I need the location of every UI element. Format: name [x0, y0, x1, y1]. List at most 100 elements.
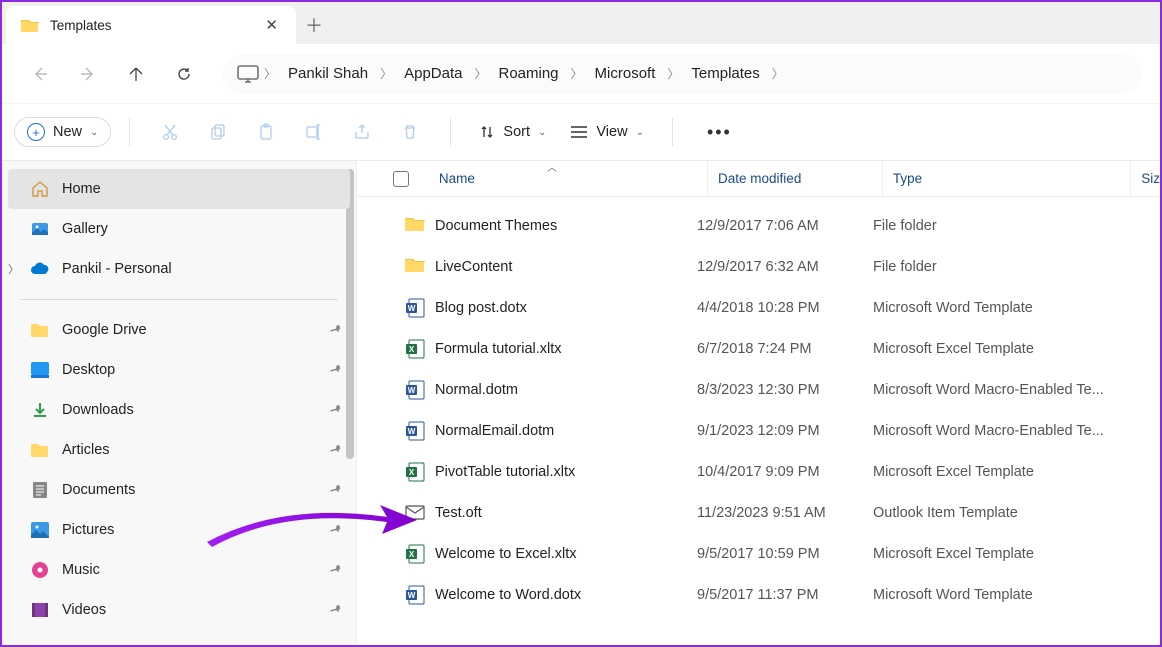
view-icon	[570, 125, 588, 139]
sidebar-label: Pictures	[62, 522, 114, 538]
file-date: 9/5/2017 11:37 PM	[687, 587, 863, 603]
folder-icon	[30, 440, 50, 460]
sidebar-item-gallery[interactable]: Gallery	[2, 209, 356, 249]
column-size[interactable]: Siz	[1130, 161, 1160, 196]
file-name: Test.oft	[435, 505, 482, 521]
sidebar-item-downloads[interactable]: Downloads	[2, 390, 356, 430]
breadcrumb[interactable]: 〉 Pankil Shah 〉 AppData 〉 Roaming 〉 Micr…	[222, 54, 1142, 94]
new-button[interactable]: + New ⌄	[14, 117, 111, 147]
chevron-down-icon: ⌄	[538, 127, 546, 138]
bc-segment[interactable]: AppData	[392, 65, 474, 82]
sort-button[interactable]: Sort ⌄	[469, 124, 556, 140]
nav-row: 〉 Pankil Shah 〉 AppData 〉 Roaming 〉 Micr…	[2, 44, 1160, 104]
file-row[interactable]: Test.oft 11/23/2023 9:51 AM Outlook Item…	[357, 492, 1160, 533]
paste-icon[interactable]	[244, 112, 288, 152]
file-row[interactable]: XPivotTable tutorial.xltx 10/4/2017 9:09…	[357, 451, 1160, 492]
toolbar: + New ⌄ Sort ⌄ View ⌄ •••	[2, 104, 1160, 161]
divider	[20, 299, 338, 300]
file-row[interactable]: WNormal.dotm 8/3/2023 12:30 PM Microsoft…	[357, 369, 1160, 410]
refresh-button[interactable]	[164, 54, 204, 94]
sidebar-item-articles[interactable]: Articles	[2, 430, 356, 470]
sidebar: Home Gallery 〉 Pankil - Personal Google …	[2, 161, 357, 645]
home-icon	[30, 179, 50, 199]
rename-icon[interactable]	[292, 112, 336, 152]
bc-segment[interactable]: Templates	[679, 65, 771, 82]
chevron-right-icon[interactable]: 〉	[8, 261, 19, 277]
svg-text:W: W	[408, 304, 416, 313]
close-icon[interactable]: ✕	[261, 12, 282, 38]
file-date: 12/9/2017 6:32 AM	[687, 259, 863, 275]
new-tab-button[interactable]: ＋	[296, 6, 332, 44]
sidebar-item-documents[interactable]: Documents	[2, 470, 356, 510]
pin-icon	[327, 321, 345, 340]
sidebar-item-onedrive[interactable]: 〉 Pankil - Personal	[2, 249, 356, 289]
cut-icon[interactable]	[148, 112, 192, 152]
view-button[interactable]: View ⌄	[560, 124, 654, 140]
sidebar-label: Music	[62, 562, 100, 578]
sidebar-item-google-drive[interactable]: Google Drive	[2, 310, 356, 350]
pin-icon	[327, 521, 345, 540]
word-icon: W	[405, 421, 425, 441]
bc-segment[interactable]: Microsoft	[583, 65, 668, 82]
pin-icon	[327, 481, 345, 500]
chevron-right-icon: 〉	[667, 65, 679, 82]
file-row[interactable]: Document Themes 12/9/2017 7:06 AM File f…	[357, 205, 1160, 246]
column-date[interactable]: Date modified	[707, 161, 882, 196]
file-type: File folder	[863, 218, 1113, 234]
file-type: Microsoft Excel Template	[863, 464, 1113, 480]
file-name: LiveContent	[435, 259, 512, 275]
folder-icon	[30, 600, 50, 620]
file-rows: Document Themes 12/9/2017 7:06 AM File f…	[357, 197, 1160, 615]
sidebar-item-home[interactable]: Home	[8, 169, 350, 209]
gallery-icon	[30, 219, 50, 239]
chevron-down-icon: ⌄	[90, 127, 98, 138]
sidebar-label: Google Drive	[62, 322, 147, 338]
bc-segment[interactable]: Roaming	[486, 65, 570, 82]
more-button[interactable]: •••	[691, 122, 748, 143]
file-row[interactable]: LiveContent 12/9/2017 6:32 AM File folde…	[357, 246, 1160, 287]
sidebar-item-music[interactable]: Music	[2, 550, 356, 590]
file-row[interactable]: WNormalEmail.dotm 9/1/2023 12:09 PM Micr…	[357, 410, 1160, 451]
file-row[interactable]: XFormula tutorial.xltx 6/7/2018 7:24 PM …	[357, 328, 1160, 369]
file-type: Microsoft Word Template	[863, 300, 1113, 316]
file-name: Blog post.dotx	[435, 300, 527, 316]
column-type[interactable]: Type	[882, 161, 1130, 196]
folder-icon	[30, 320, 50, 340]
file-row[interactable]: XWelcome to Excel.xltx 9/5/2017 10:59 PM…	[357, 533, 1160, 574]
sidebar-item-pictures[interactable]: Pictures	[2, 510, 356, 550]
column-name[interactable]: Name	[409, 171, 707, 186]
folder-icon	[20, 15, 40, 35]
onedrive-icon	[30, 259, 50, 279]
mail-icon	[405, 503, 425, 523]
share-icon[interactable]	[340, 112, 384, 152]
file-row[interactable]: WWelcome to Word.dotx 9/5/2017 11:37 PM …	[357, 574, 1160, 615]
svg-text:X: X	[409, 468, 415, 477]
copy-icon[interactable]	[196, 112, 240, 152]
separator	[672, 118, 673, 146]
back-button[interactable]	[20, 54, 60, 94]
sidebar-item-videos[interactable]: Videos	[2, 590, 356, 630]
main-area: Home Gallery 〉 Pankil - Personal Google …	[2, 161, 1160, 645]
file-type: Microsoft Word Template	[863, 587, 1113, 603]
delete-icon[interactable]	[388, 112, 432, 152]
up-button[interactable]	[116, 54, 156, 94]
bc-segment[interactable]: Pankil Shah	[276, 65, 380, 82]
forward-button[interactable]	[68, 54, 108, 94]
file-row[interactable]: W Blog post.dotx 4/4/2018 10:28 PM Micros…	[357, 287, 1160, 328]
chevron-right-icon: 〉	[380, 65, 392, 82]
file-type: Microsoft Excel Template	[863, 546, 1113, 562]
tab-title: Templates	[50, 18, 251, 33]
sidebar-item-desktop[interactable]: Desktop	[2, 350, 356, 390]
tab-templates[interactable]: Templates ✕	[6, 6, 296, 44]
file-type: File folder	[863, 259, 1113, 275]
file-type: Microsoft Excel Template	[863, 341, 1113, 357]
pin-icon	[327, 601, 345, 620]
select-all-checkbox[interactable]	[393, 171, 409, 187]
sidebar-label: Videos	[62, 602, 106, 618]
file-date: 4/4/2018 10:28 PM	[687, 300, 863, 316]
file-date: 8/3/2023 12:30 PM	[687, 382, 863, 398]
chevron-right-icon: 〉	[474, 65, 486, 82]
separator	[450, 118, 451, 146]
file-name: Welcome to Excel.xltx	[435, 546, 577, 562]
folder-icon	[30, 360, 50, 380]
